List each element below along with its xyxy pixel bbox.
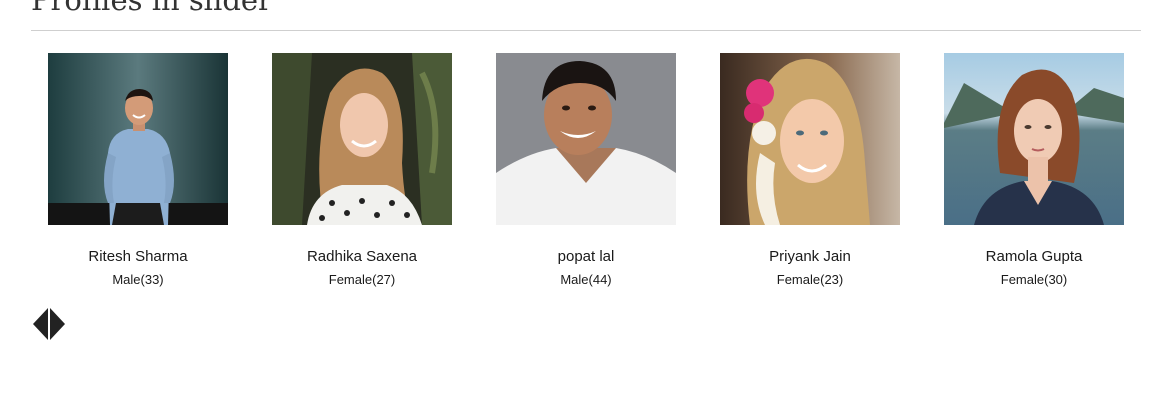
profile-card[interactable]: popat lal Male(44)	[496, 53, 676, 293]
profile-card[interactable]: Ramola Gupta Female(30)	[944, 53, 1124, 293]
profile-slider[interactable]: Ritesh Sharma Male(33) Radhika Saxena Fe…	[0, 53, 1164, 293]
profile-photo-image	[48, 53, 228, 225]
profile-name: popat lal	[557, 248, 615, 265]
divider	[31, 30, 1141, 31]
profile-photo[interactable]	[944, 53, 1124, 225]
profiles-page: Profiles in slider Ritesh Sharma Male(33…	[0, 0, 1164, 401]
profile-card[interactable]: Ritesh Sharma Male(33)	[48, 53, 228, 293]
chevron-right-icon[interactable]	[50, 308, 65, 340]
profile-photo-image	[272, 53, 452, 225]
profile-photo-image	[720, 53, 900, 225]
profile-name: Ritesh Sharma	[88, 248, 188, 265]
section-title: Profiles in slider	[31, 0, 272, 17]
profile-photo[interactable]	[496, 53, 676, 225]
profile-gender-age: Male(44)	[560, 272, 612, 287]
profile-gender-age: Female(23)	[776, 272, 844, 287]
profile-photo[interactable]	[48, 53, 228, 225]
profile-card[interactable]: Priyank Jain Female(23)	[720, 53, 900, 293]
profile-photo-image	[944, 53, 1124, 225]
profile-name: Ramola Gupta	[985, 248, 1083, 265]
profile-photo[interactable]	[720, 53, 900, 225]
profile-name: Radhika Saxena	[306, 248, 418, 265]
profile-gender-age: Male(33)	[112, 272, 164, 287]
profile-name: Priyank Jain	[769, 248, 851, 265]
profile-gender-age: Female(30)	[1000, 272, 1068, 287]
chevron-left-icon[interactable]	[33, 308, 48, 340]
slider-navigation[interactable]	[32, 307, 66, 341]
profile-photo[interactable]	[272, 53, 452, 225]
profile-photo-image	[496, 53, 676, 225]
profile-card[interactable]: Radhika Saxena Female(27)	[272, 53, 452, 293]
profile-gender-age: Female(27)	[328, 272, 396, 287]
